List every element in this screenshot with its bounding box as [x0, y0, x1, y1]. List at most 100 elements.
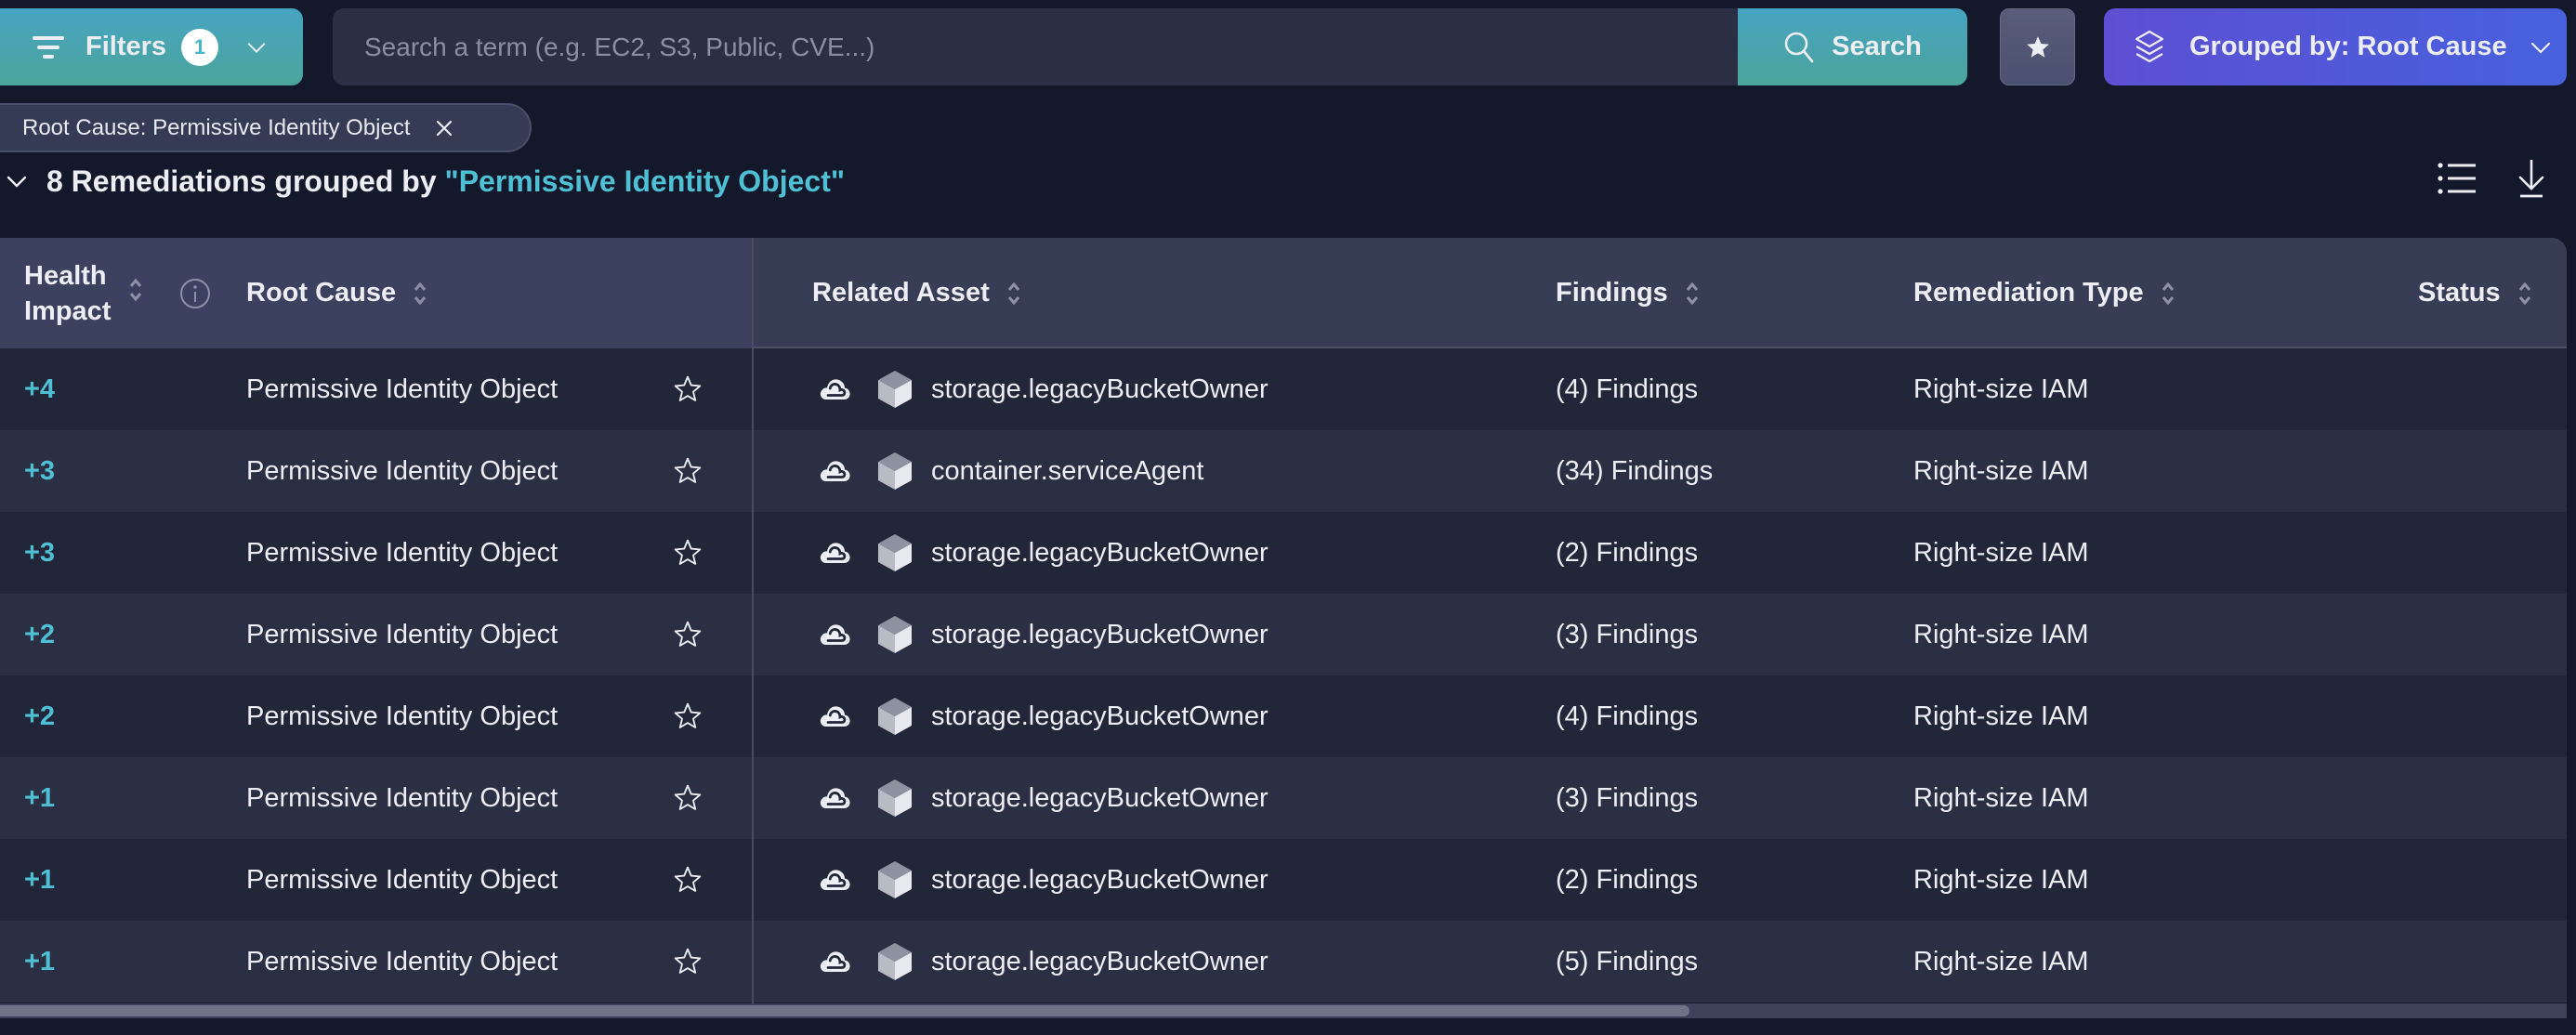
asset-type	[877, 757, 913, 839]
favorite-button[interactable]	[669, 348, 706, 430]
table-row[interactable]: +1 Permissive Identity Object storage.le…	[0, 921, 2567, 1002]
column-header-health-impact[interactable]: Health Impact	[24, 238, 143, 348]
chevron-down-icon	[247, 42, 266, 53]
related-asset-link[interactable]: container.serviceAgent	[931, 430, 1203, 512]
asset-type	[877, 921, 913, 1002]
remediation-type: Right-size IAM	[1913, 373, 2089, 404]
related-asset-link[interactable]: storage.legacyBucketOwner	[931, 757, 1268, 839]
download-icon[interactable]	[2515, 158, 2548, 199]
cloud-provider	[818, 512, 851, 594]
favorite-button[interactable]	[669, 675, 706, 757]
sort-icon[interactable]	[128, 276, 143, 304]
favorite-button[interactable]	[669, 594, 706, 675]
table-header: Health Impact Root Cause Related Asset F…	[0, 238, 2567, 348]
remediation-type: Right-size IAM	[1913, 782, 2089, 813]
info-icon[interactable]	[179, 278, 211, 309]
list-view-icon[interactable]	[2437, 160, 2477, 197]
table-row[interactable]: +1 Permissive Identity Object storage.le…	[0, 757, 2567, 839]
favorite-button[interactable]	[669, 512, 706, 594]
column-label: Remediation Type	[1913, 278, 2144, 308]
cube-icon	[878, 698, 912, 735]
star-filled-icon	[2026, 35, 2049, 58]
sort-icon[interactable]	[2517, 280, 2532, 308]
remove-filter-button[interactable]	[435, 119, 453, 138]
remediation-type: Right-size IAM	[1913, 701, 2089, 731]
favorite-button[interactable]	[669, 839, 706, 921]
root-cause: Permissive Identity Object	[246, 782, 559, 813]
cloud-provider	[818, 430, 851, 512]
related-asset-link[interactable]: storage.legacyBucketOwner	[931, 839, 1268, 921]
related-asset-link[interactable]: storage.legacyBucketOwner	[931, 348, 1268, 430]
search-button-label: Search	[1832, 32, 1922, 61]
sort-icon[interactable]	[1685, 280, 1700, 308]
gcp-cloud-icon	[820, 788, 850, 808]
search-button[interactable]: Search	[1738, 8, 1967, 85]
group-by-dropdown[interactable]: Grouped by: Root Cause	[2104, 8, 2567, 85]
remediation-type: Right-size IAM	[1913, 946, 2089, 976]
gcp-cloud-icon	[820, 706, 850, 727]
star-outline-icon	[674, 702, 702, 728]
table-row[interactable]: +3 Permissive Identity Object storage.le…	[0, 512, 2567, 594]
root-cause: Permissive Identity Object	[246, 537, 559, 568]
findings-link[interactable]: (34) Findings	[1556, 430, 1713, 512]
asset-type	[877, 348, 913, 430]
findings-link[interactable]: (2) Findings	[1556, 512, 1698, 594]
scrollbar-thumb[interactable]	[0, 1005, 1689, 1016]
star-outline-icon	[674, 457, 702, 483]
favorites-button[interactable]	[2000, 8, 2075, 85]
findings-link[interactable]: (4) Findings	[1556, 675, 1698, 757]
cube-icon	[878, 534, 912, 571]
asset-type	[877, 675, 913, 757]
star-outline-icon	[674, 375, 702, 401]
root-cause: Permissive Identity Object	[246, 946, 559, 976]
sort-icon[interactable]	[2161, 280, 2175, 308]
filters-button[interactable]: Filters 1	[0, 8, 303, 85]
cloud-provider	[818, 675, 851, 757]
table-row[interactable]: +3 Permissive Identity Object container.…	[0, 430, 2567, 512]
asset-type	[877, 839, 913, 921]
related-asset-link[interactable]: storage.legacyBucketOwner	[931, 921, 1268, 1002]
sort-icon[interactable]	[1006, 280, 1021, 308]
column-header-remediation-type[interactable]: Remediation Type	[1913, 238, 2175, 348]
findings-link[interactable]: (4) Findings	[1556, 348, 1698, 430]
table-row[interactable]: +4 Permissive Identity Object storage.le…	[0, 348, 2567, 430]
column-header-root-cause[interactable]: Root Cause	[246, 238, 427, 348]
collapse-group-chevron-icon[interactable]	[6, 170, 28, 192]
column-header-findings[interactable]: Findings	[1556, 238, 1700, 348]
cube-icon	[878, 943, 912, 980]
star-outline-icon	[674, 866, 702, 892]
remediations-table: Health Impact Root Cause Related Asset F…	[0, 238, 2567, 1018]
star-outline-icon	[674, 948, 702, 974]
findings-link[interactable]: (5) Findings	[1556, 921, 1698, 1002]
column-header-status[interactable]: Status	[2418, 238, 2532, 348]
search-input[interactable]	[333, 8, 1738, 85]
cube-icon	[878, 616, 912, 653]
sort-icon[interactable]	[413, 280, 427, 308]
related-asset-link[interactable]: storage.legacyBucketOwner	[931, 675, 1268, 757]
table-row[interactable]: +1 Permissive Identity Object storage.le…	[0, 839, 2567, 921]
favorite-button[interactable]	[669, 921, 706, 1002]
root-cause: Permissive Identity Object	[246, 455, 559, 486]
findings-link[interactable]: (2) Findings	[1556, 839, 1698, 921]
cube-icon	[878, 371, 912, 408]
table-row[interactable]: +2 Permissive Identity Object storage.le…	[0, 594, 2567, 675]
horizontal-scrollbar[interactable]	[0, 1003, 2567, 1018]
related-asset-link[interactable]: storage.legacyBucketOwner	[931, 594, 1268, 675]
star-outline-icon	[674, 539, 702, 565]
health-impact: +3	[24, 537, 56, 568]
column-header-related-asset[interactable]: Related Asset	[812, 238, 1021, 348]
gcp-cloud-icon	[820, 461, 850, 481]
cube-icon	[878, 861, 912, 898]
remediation-type: Right-size IAM	[1913, 864, 2089, 895]
asset-type	[877, 430, 913, 512]
pinned-column-divider	[752, 238, 754, 1018]
related-asset-link[interactable]: storage.legacyBucketOwner	[931, 512, 1268, 594]
health-impact: +4	[24, 373, 56, 404]
favorite-button[interactable]	[669, 757, 706, 839]
remediation-type: Right-size IAM	[1913, 537, 2089, 568]
findings-link[interactable]: (3) Findings	[1556, 594, 1698, 675]
findings-link[interactable]: (3) Findings	[1556, 757, 1698, 839]
favorite-button[interactable]	[669, 430, 706, 512]
table-row[interactable]: +2 Permissive Identity Object storage.le…	[0, 675, 2567, 757]
health-impact: +1	[24, 782, 56, 813]
